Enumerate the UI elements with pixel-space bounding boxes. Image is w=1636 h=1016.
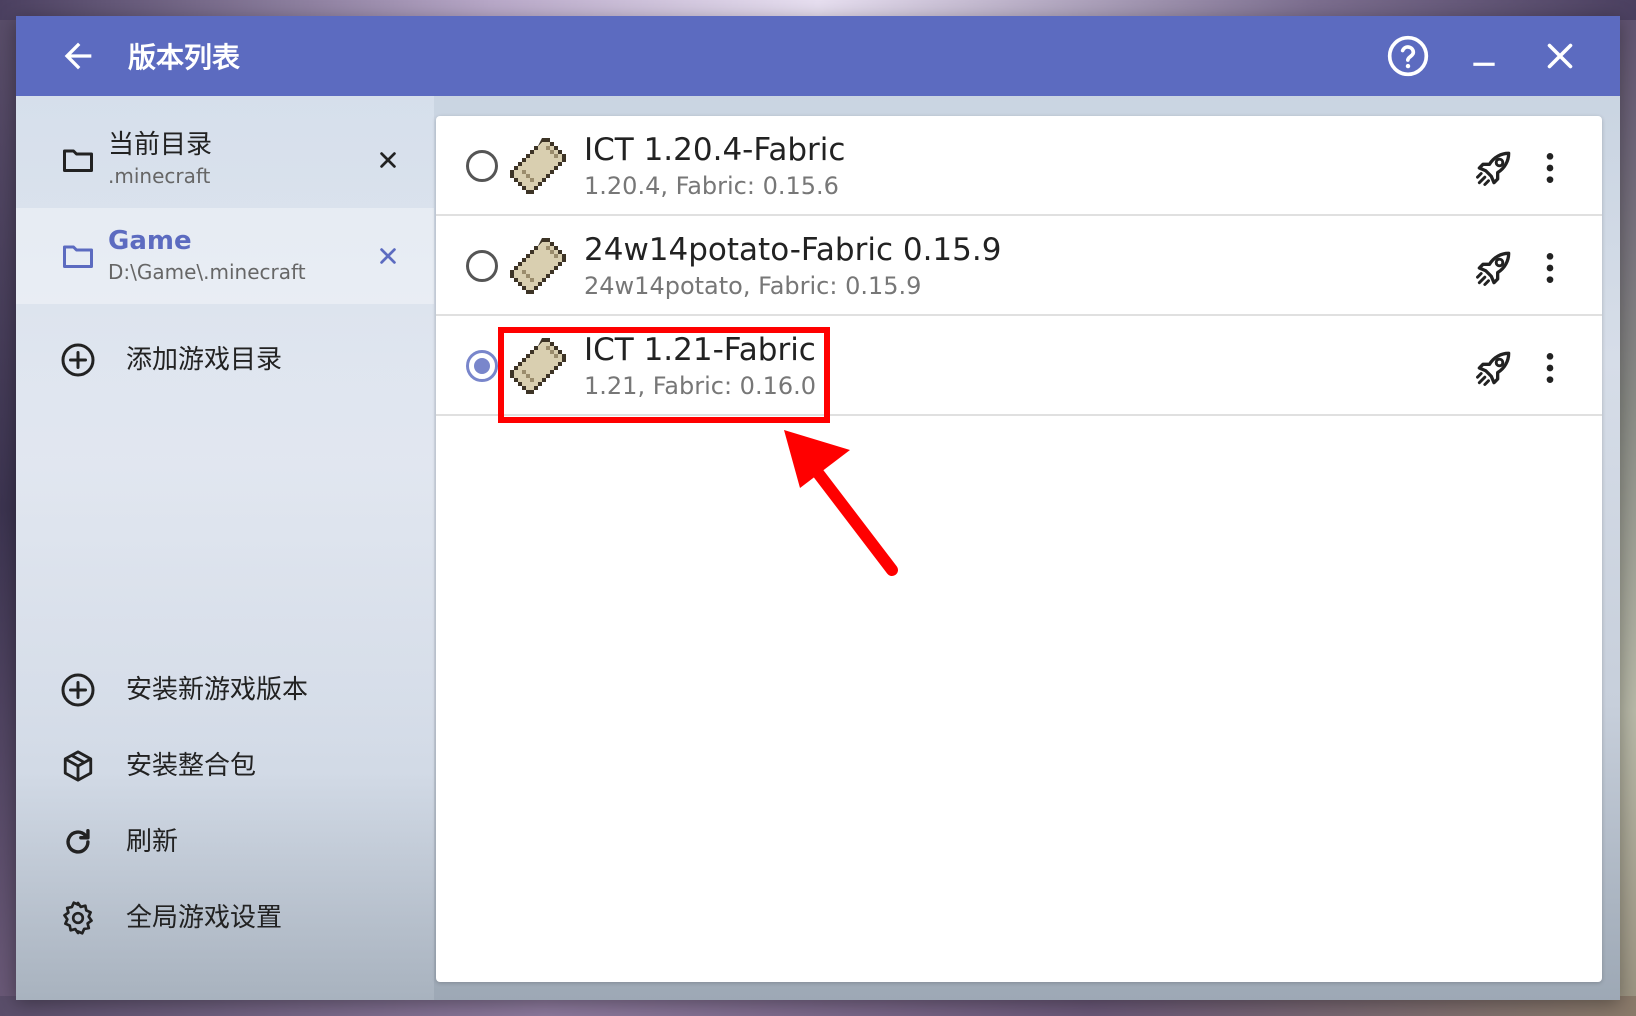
version-radio[interactable]: [466, 250, 498, 282]
install-new-version-button[interactable]: 安装新游戏版本: [16, 654, 434, 726]
more-vert-icon: [1546, 353, 1554, 383]
add-circle-icon: [60, 672, 96, 708]
add-game-directory-button[interactable]: 添加游戏目录: [16, 324, 434, 396]
more-options-button[interactable]: [1526, 244, 1574, 292]
annotation-arrow-icon: [784, 430, 898, 576]
help-button[interactable]: [1376, 24, 1440, 88]
launch-button[interactable]: [1470, 144, 1518, 192]
directory-path: .minecraft: [108, 164, 211, 188]
package-icon: [60, 748, 96, 784]
directory-text: 当前目录 .minecraft: [108, 128, 212, 190]
close-icon: [380, 248, 396, 264]
version-name: ICT 1.20.4-Fabric: [584, 132, 846, 168]
more-options-button[interactable]: [1526, 144, 1574, 192]
launch-button[interactable]: [1470, 344, 1518, 392]
arrow-left-icon: [64, 42, 92, 70]
close-icon: [380, 152, 396, 168]
launch-button[interactable]: [1470, 244, 1518, 292]
annotation-highlight-box: [498, 327, 830, 423]
add-circle-icon: [60, 342, 96, 378]
remove-directory-button[interactable]: [372, 144, 404, 176]
install-modpack-button[interactable]: 安装整合包: [16, 730, 434, 802]
add-game-directory-label: 添加游戏目录: [126, 345, 283, 375]
rocket-icon: [1476, 351, 1511, 386]
install-modpack-label: 安装整合包: [126, 751, 257, 781]
version-radio[interactable]: [466, 150, 498, 182]
global-settings-label: 全局游戏设置: [126, 903, 283, 933]
install-new-version-label: 安装新游戏版本: [126, 675, 309, 705]
help-icon: [1387, 35, 1429, 77]
back-button[interactable]: [46, 24, 110, 88]
remove-directory-button[interactable]: [372, 240, 404, 272]
refresh-label: 刷新: [126, 827, 179, 857]
more-vert-icon: [1546, 253, 1554, 283]
directory-item-game[interactable]: Game D:\Game\.minecraft: [16, 208, 434, 304]
directory-text: Game D:\Game\.minecraft: [108, 224, 306, 286]
more-options-button[interactable]: [1526, 344, 1574, 392]
minimize-icon: [1473, 62, 1495, 66]
global-settings-button[interactable]: 全局游戏设置: [16, 882, 434, 954]
folder-icon: [63, 245, 93, 268]
version-detail: 24w14potato, Fabric: 0.15.9: [584, 272, 922, 300]
title-bar: 版本列表: [16, 16, 1620, 96]
refresh-button[interactable]: 刷新: [16, 806, 434, 878]
gear-icon: [60, 900, 96, 936]
version-radio-selected[interactable]: [466, 350, 498, 382]
fabric-scroll-icon: [510, 138, 566, 194]
rocket-icon: [1476, 151, 1511, 186]
version-list-panel: ICT 1.20.4-Fabric 1.20.4, Fabric: 0.15.6: [436, 116, 1602, 982]
folder-icon: [63, 149, 93, 172]
version-row[interactable]: 24w14potato-Fabric 0.15.9 24w14potato, F…: [436, 216, 1602, 316]
directory-item-current[interactable]: 当前目录 .minecraft: [16, 112, 434, 208]
fabric-scroll-icon: [510, 238, 566, 294]
title-actions: [1364, 24, 1592, 88]
minimize-button[interactable]: [1452, 24, 1516, 88]
refresh-icon: [60, 824, 96, 860]
close-icon: [1547, 43, 1573, 69]
more-vert-icon: [1546, 153, 1554, 183]
version-row[interactable]: ICT 1.20.4-Fabric 1.20.4, Fabric: 0.15.6: [436, 116, 1602, 216]
rocket-icon: [1476, 251, 1511, 286]
window-title: 版本列表: [128, 41, 241, 74]
version-name: 24w14potato-Fabric 0.15.9: [584, 232, 1002, 268]
sidebar: 当前目录 .minecraft Game D:\Game\.minecraft: [16, 96, 434, 1000]
directory-path: D:\Game\.minecraft: [108, 260, 306, 284]
version-detail: 1.20.4, Fabric: 0.15.6: [584, 172, 839, 200]
directory-name: 当前目录: [108, 130, 213, 160]
directory-name: Game: [108, 226, 192, 256]
close-button[interactable]: [1528, 24, 1592, 88]
